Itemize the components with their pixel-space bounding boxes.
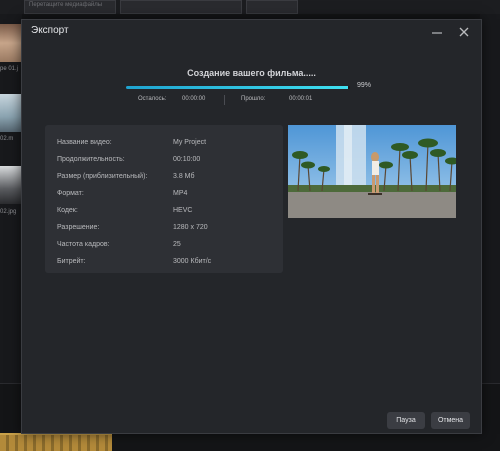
elapsed-value: 00:00:01 — [289, 96, 313, 102]
minimize-button[interactable] — [427, 22, 447, 42]
info-value: 00:10:00 — [173, 156, 201, 163]
export-progress-bar — [126, 86, 350, 89]
export-status-heading: Создание вашего фильма..... — [187, 68, 316, 78]
export-progress-percent: 99% — [357, 82, 372, 89]
info-row-name: Название видео: My Project — [45, 139, 283, 153]
timeline-clip[interactable] — [0, 433, 112, 451]
dialog-titlebar: Экспорт — [22, 20, 481, 44]
close-icon — [459, 27, 469, 37]
pause-button[interactable]: Пауза — [387, 412, 425, 429]
media-thumbnail-label: ре 01.j — [0, 66, 19, 72]
media-drop-chip-label: Перетащите медиафайлы — [29, 2, 103, 8]
info-label: Формат: — [57, 190, 84, 197]
info-row-codec: Кодек: HEVC — [45, 207, 283, 221]
editor-right-edge — [480, 14, 500, 384]
info-label: Разрешение: — [57, 224, 100, 231]
info-row-framerate: Частота кадров: 25 — [45, 241, 283, 255]
media-thumbnail[interactable] — [0, 94, 21, 132]
minimize-icon — [432, 32, 442, 34]
dialog-title: Экспорт — [31, 25, 69, 36]
info-label: Кодек: — [57, 207, 78, 214]
media-thumbnail-label: 02.jpg — [0, 209, 17, 215]
media-thumbnail-label: 02.m — [0, 136, 14, 142]
info-row-size: Размер (приблизительный): 3.8 Мб — [45, 173, 283, 187]
media-thumbnail[interactable] — [0, 166, 21, 204]
editor-top-strip: Перетащите медиафайлы — [0, 0, 500, 14]
media-library-panel: ре 01.j 02.m 02.jpg — [0, 14, 22, 384]
preview-scene — [288, 125, 456, 218]
info-value: 1280 x 720 — [173, 224, 208, 231]
info-label: Частота кадров: — [57, 241, 110, 248]
info-value: 3.8 Мб — [173, 173, 195, 180]
cancel-button[interactable]: Отмена — [431, 412, 470, 429]
remaining-value: 00:00:00 — [182, 96, 206, 102]
info-label: Продолжительность: — [57, 156, 125, 163]
info-value: 3000 Кбит/с — [173, 258, 212, 265]
info-value: HEVC — [173, 207, 193, 214]
info-row-format: Формат: MP4 — [45, 190, 283, 204]
info-value: MP4 — [173, 190, 188, 197]
info-label: Битрейт: — [57, 258, 86, 265]
close-button[interactable] — [454, 22, 474, 42]
info-row-resolution: Разрешение: 1280 x 720 — [45, 224, 283, 238]
export-dialog: Экспорт Создание вашего фильма..... 99% … — [21, 19, 482, 434]
remaining-label: Осталось: — [138, 96, 167, 102]
media-drop-chip: Перетащите медиафайлы — [24, 0, 116, 14]
info-value: 25 — [173, 241, 181, 248]
info-row-duration: Продолжительность: 00:10:00 — [45, 156, 283, 170]
time-divider — [224, 95, 225, 105]
info-row-bitrate: Битрейт: 3000 Кбит/с — [45, 258, 283, 272]
media-chip — [246, 0, 298, 14]
media-chip — [120, 0, 242, 14]
info-value: My Project — [173, 139, 207, 146]
dialog-footer: Пауза Отмена — [22, 410, 481, 435]
info-label: Название видео: — [57, 139, 112, 146]
export-info-panel: Название видео: My Project Продолжительн… — [45, 125, 283, 273]
elapsed-label: Прошло: — [241, 96, 266, 102]
media-thumbnail[interactable] — [0, 24, 21, 62]
video-preview-image — [288, 125, 456, 218]
export-progress-fill — [126, 86, 348, 89]
info-label: Размер (приблизительный): — [57, 173, 148, 180]
